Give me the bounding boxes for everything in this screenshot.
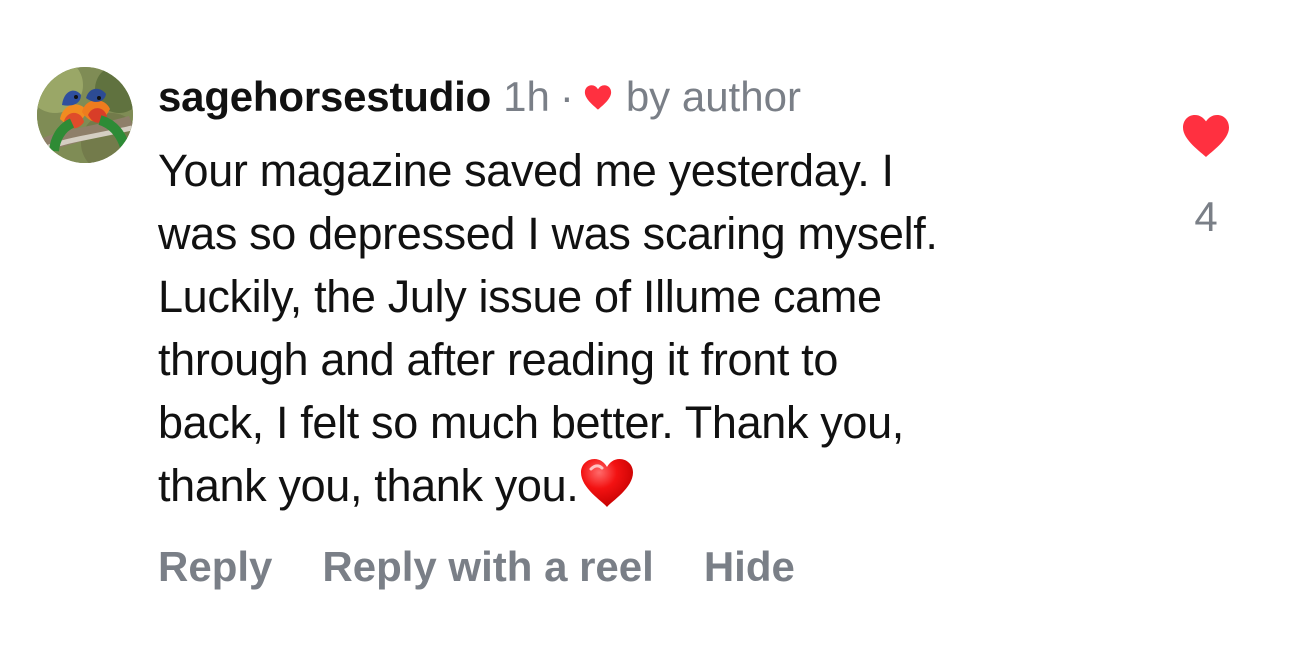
user-avatar[interactable] — [37, 67, 133, 163]
reply-with-reel-button[interactable]: Reply with a reel — [322, 538, 653, 596]
comment-actions: Reply Reply with a reel Hide — [158, 538, 795, 596]
comment-text-line: Your magazine saved me yesterday. I — [158, 145, 894, 196]
separator-dot: · — [559, 73, 574, 120]
reply-button[interactable]: Reply — [158, 538, 272, 596]
comment-text-line: Luckily, the July issue of Illume came — [158, 271, 882, 322]
comment-text-line: back, I felt so much better. Thank you, — [158, 397, 904, 448]
hide-button[interactable]: Hide — [704, 538, 795, 596]
username[interactable]: sagehorsestudio — [158, 68, 491, 126]
comment-text-line: through and after reading it front to — [158, 334, 839, 385]
heart-icon — [584, 85, 611, 110]
red-heart-emoji-icon — [581, 459, 634, 507]
heart-icon[interactable] — [1181, 113, 1231, 159]
comment-text-line: thank you, thank you. — [158, 460, 579, 511]
comment-text: Your magazine saved me yesterday. I was … — [158, 139, 1128, 517]
comment-item: sagehorsestudio 1h · by author Your maga… — [0, 0, 1290, 645]
comment-time: 1h — [503, 73, 550, 120]
liked-by-author-label: by author — [625, 73, 801, 120]
comment-text-line: was so depressed I was scaring myself. — [158, 208, 938, 259]
comment-header: sagehorsestudio 1h · by author — [158, 68, 801, 126]
avatar-photo — [37, 67, 133, 163]
like-count: 4 — [1194, 193, 1218, 240]
comment-last-line: thank you, thank you. — [158, 454, 1128, 517]
